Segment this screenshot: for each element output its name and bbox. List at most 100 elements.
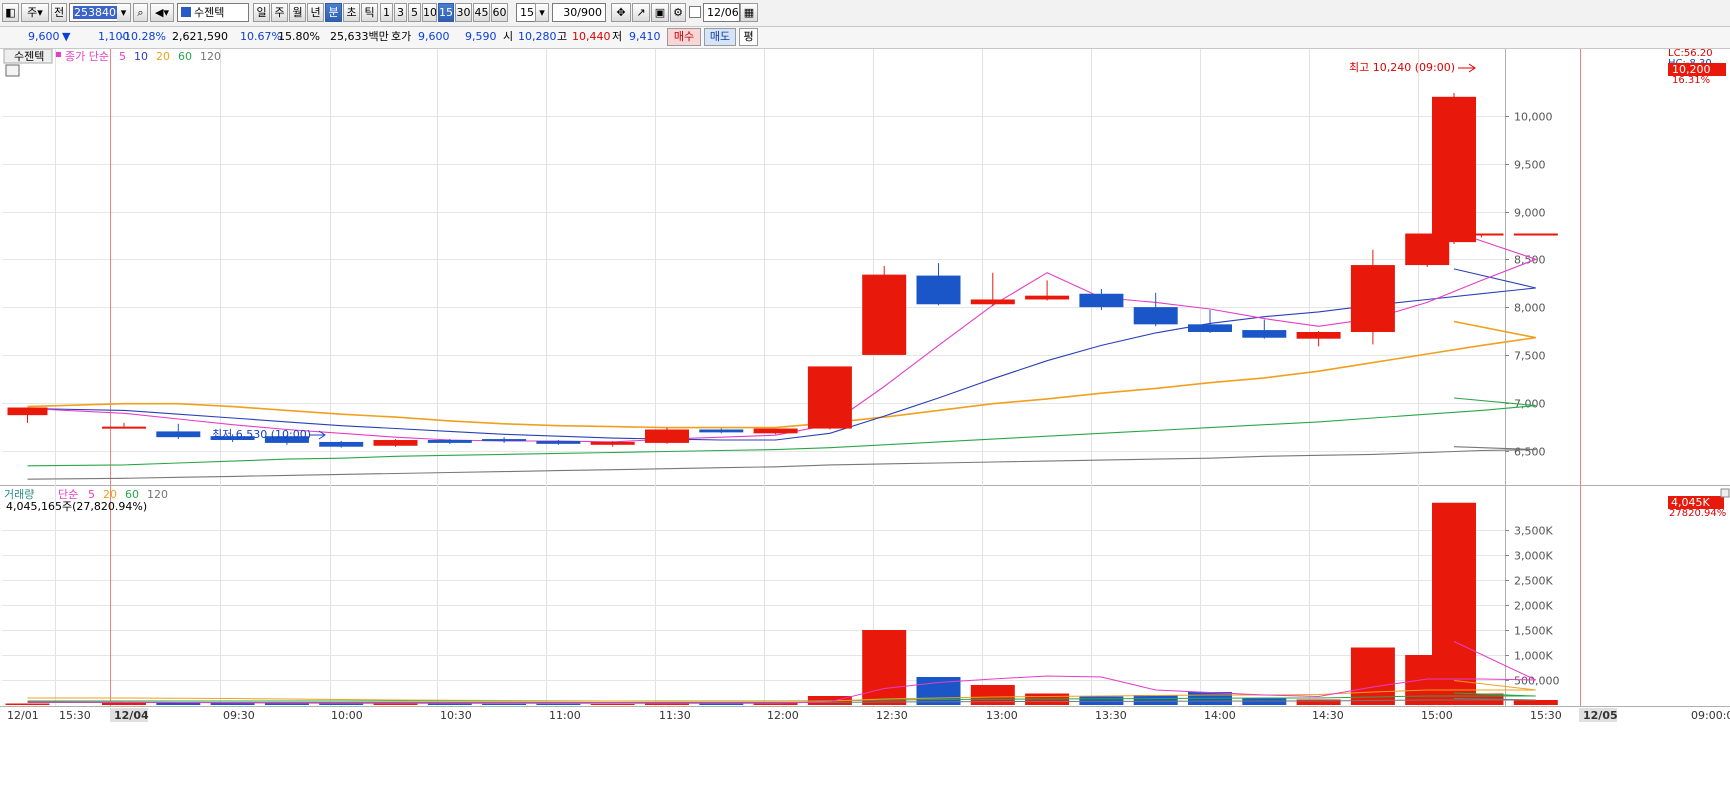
open-price: 10,280 bbox=[518, 30, 557, 43]
volume-bar bbox=[482, 703, 527, 705]
panel-close-icon bbox=[1720, 488, 1730, 498]
candle-body bbox=[1350, 265, 1395, 332]
x-axis-label: 12/05 bbox=[1583, 709, 1618, 722]
code-dropdown-icon[interactable]: ▾ bbox=[117, 3, 131, 22]
high-label: 고 bbox=[557, 30, 568, 43]
chart-area[interactable]: 10,0009,5009,0008,5008,0007,5007,0006,50… bbox=[0, 49, 1730, 799]
draw-tool-icon[interactable]: ↗ bbox=[632, 3, 650, 22]
stock-name-field[interactable]: 수젠텍 bbox=[177, 3, 249, 22]
legend-stock-name: 수젠텍 bbox=[14, 50, 44, 63]
sell-button[interactable]: 매도 bbox=[704, 28, 736, 46]
price-y-tick: 9,000 bbox=[1514, 207, 1546, 220]
interval-60-button[interactable]: 60 bbox=[491, 3, 508, 22]
x-axis-label: 15:30 bbox=[59, 709, 91, 722]
trade-amount: 25,633백만 bbox=[330, 30, 389, 43]
candle-body bbox=[753, 428, 798, 434]
tf-year[interactable]: 년 bbox=[307, 3, 324, 22]
x-axis-background bbox=[0, 706, 1730, 799]
tf-tick[interactable]: 틱 bbox=[361, 3, 378, 22]
x-axis-label: 12/01 bbox=[7, 709, 39, 722]
candle-body bbox=[645, 429, 689, 443]
x-axis-label: 11:30 bbox=[659, 709, 691, 722]
avg-button[interactable]: 평 bbox=[739, 28, 758, 46]
save-icon[interactable]: ▣ bbox=[651, 3, 669, 22]
volume-bar bbox=[590, 704, 635, 705]
interval-5-button[interactable]: 5 bbox=[408, 3, 421, 22]
candle-body bbox=[807, 366, 852, 429]
annotation-high: 최고 10,240 (09:00) bbox=[1349, 61, 1455, 74]
price-y-tick: 7,500 bbox=[1514, 350, 1546, 363]
tf-day[interactable]: 일 bbox=[253, 3, 270, 22]
candle-body bbox=[536, 440, 581, 444]
price-y-tick: 8,500 bbox=[1514, 254, 1546, 267]
tf-week[interactable]: 주 bbox=[271, 3, 288, 22]
search-icon[interactable]: ⌕ bbox=[133, 3, 148, 22]
buy-button[interactable]: 매수 bbox=[667, 28, 701, 46]
x-axis-label: 12:00 bbox=[767, 709, 799, 722]
tf-minute[interactable]: 분 bbox=[325, 3, 342, 22]
grid-toggle-icon bbox=[5, 64, 20, 77]
date-checkbox[interactable] bbox=[689, 6, 701, 18]
open-label: 시 bbox=[503, 30, 514, 43]
change-pct: -10.28% bbox=[120, 30, 166, 43]
volume-y-tick: 3,000K bbox=[1514, 550, 1553, 563]
interval-value: 15 bbox=[520, 6, 534, 19]
interval-15-button[interactable]: 15 bbox=[438, 3, 454, 22]
volume-bar bbox=[1432, 502, 1476, 705]
legend-ma-20: 20 bbox=[156, 50, 170, 63]
tf-month[interactable]: 월 bbox=[289, 3, 306, 22]
x-axis-label: 12/04 bbox=[114, 709, 149, 722]
current-price: 9,600 bbox=[28, 30, 60, 43]
candle-body bbox=[590, 441, 635, 445]
x-axis-label: 10:00 bbox=[331, 709, 363, 722]
candle-body bbox=[1188, 324, 1232, 332]
legend-ma-120: 120 bbox=[200, 50, 221, 63]
x-axis-label: 09:30 bbox=[223, 709, 255, 722]
date-input[interactable]: 12/06 bbox=[703, 3, 740, 22]
speaker-icon[interactable]: ◀▾ bbox=[150, 3, 174, 22]
gear-icon[interactable]: ⚙ bbox=[670, 3, 686, 22]
candle-body bbox=[970, 299, 1015, 305]
crosshair-icon[interactable]: ✥ bbox=[611, 3, 631, 22]
down-arrow-icon: ▼ bbox=[62, 30, 71, 43]
low-price: 9,410 bbox=[629, 30, 661, 43]
volume-current-pct: 27820.94% bbox=[1669, 508, 1726, 519]
interval-45-button[interactable]: 45 bbox=[473, 3, 490, 22]
price-y-tick: 6,500 bbox=[1514, 446, 1546, 459]
volume-y-tick: 2,000K bbox=[1514, 600, 1553, 613]
candle-body bbox=[862, 274, 907, 355]
interval-dropdown-icon[interactable]: ▾ bbox=[535, 3, 549, 22]
calendar-icon[interactable]: ▦ bbox=[740, 3, 758, 22]
volume-bar bbox=[1296, 699, 1341, 705]
candle-body bbox=[1432, 96, 1476, 243]
candle-body bbox=[1242, 330, 1287, 338]
interval-3-button[interactable]: 3 bbox=[394, 3, 407, 22]
candle-body bbox=[482, 439, 527, 442]
stock-code-value: 253840 bbox=[73, 6, 117, 19]
x-axis-label: 11:00 bbox=[549, 709, 581, 722]
interval-10-button[interactable]: 10 bbox=[422, 3, 437, 22]
stock-flag-icon bbox=[181, 7, 191, 17]
period-select[interactable]: 주▾ bbox=[21, 3, 49, 22]
count-input[interactable]: 30/900 bbox=[552, 3, 606, 22]
volume-y-tick: 500,000 bbox=[1514, 675, 1560, 688]
candle-body bbox=[102, 426, 146, 429]
x-axis-label: 14:30 bbox=[1312, 709, 1344, 722]
price-y-tick: 9,500 bbox=[1514, 159, 1546, 172]
stock-name: 수젠텍 bbox=[194, 6, 225, 19]
tf-second[interactable]: 초 bbox=[343, 3, 360, 22]
prefix-button[interactable]: 전 bbox=[51, 3, 67, 22]
candle-body bbox=[1025, 295, 1070, 300]
pct-one: 10.67% bbox=[240, 30, 282, 43]
x-axis-label: 15:00 bbox=[1421, 709, 1453, 722]
panel-toggle-icon[interactable]: ◧ bbox=[2, 3, 19, 22]
current-pct-label: 16.31% bbox=[1672, 75, 1710, 86]
pct-two: 15.80% bbox=[278, 30, 320, 43]
candle-body bbox=[427, 440, 472, 443]
legend-marker-icon bbox=[56, 52, 61, 57]
interval-30-button[interactable]: 30 bbox=[455, 3, 472, 22]
interval-1-button[interactable]: 1 bbox=[380, 3, 393, 22]
volume-bar bbox=[5, 703, 50, 705]
volume-bar bbox=[1513, 700, 1558, 705]
candle-body bbox=[319, 441, 364, 447]
